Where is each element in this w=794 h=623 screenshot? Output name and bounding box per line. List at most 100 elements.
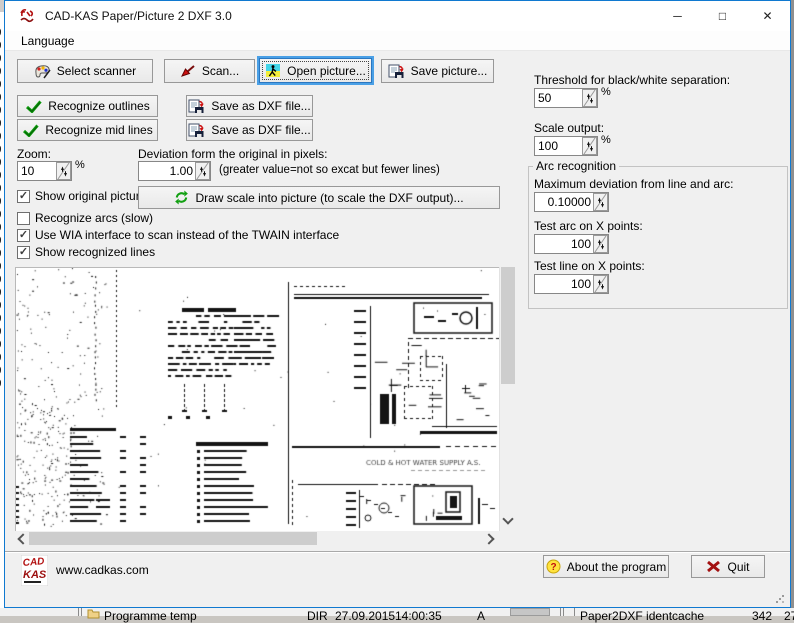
checkbox-label: Use WIA interface to scan instead of the… [35,228,339,242]
recognize-mid-lines-button[interactable]: Recognize mid lines [17,119,158,141]
zoom-input[interactable] [18,162,56,180]
maximize-button[interactable]: □ [700,1,745,31]
select-scanner-button[interactable]: Select scanner [17,59,153,83]
background-file-manager: Programme temp DIR 27.09.2015 14:00:35 A… [0,608,794,616]
scale-output-spin-edit [534,136,598,156]
threshold-spin-edit [534,88,598,108]
file-name-left[interactable]: Programme temp [104,609,197,623]
scale-output-label: Scale output: [534,121,604,135]
menu-language[interactable]: Language [17,33,78,49]
file-type: DIR [307,609,328,623]
folder-icon [87,608,100,619]
scale-output-spinner[interactable] [582,137,597,155]
svg-text:?: ? [550,562,556,573]
recognize-outlines-label: Recognize outlines [48,99,149,113]
titlebar[interactable]: CAD-KAS Paper/Picture 2 DXF 3.0 ─ □ ✕ [5,1,790,31]
logo-text-2: KAS [23,569,47,581]
checkbox-recognize-arcs[interactable]: Recognize arcs (slow) [17,211,153,225]
save-dxf-mid-label: Save as DXF file... [211,123,310,137]
screen: 0000000000000000000000000000 Programme t… [0,0,794,616]
menubar: Language [5,31,790,51]
file-manager-separator [563,608,564,616]
question-icon: ? [546,559,561,574]
save-dxf-outlines-button[interactable]: Save as DXF file... [186,95,313,117]
draw-scale-button[interactable]: Draw scale into picture (to scale the DX… [138,186,500,209]
test-arc-spin-edit [534,234,609,254]
file-name-right[interactable]: Paper2DXF identcache [580,609,704,623]
quit-button[interactable]: Quit [691,555,765,578]
checkbox-label: Show original picture [35,189,146,203]
recognize-mid-lines-label: Recognize mid lines [45,123,152,137]
save-dxf-outlines-label: Save as DXF file... [211,99,310,113]
scrollbar-corner [499,531,515,546]
cadkas-logo[interactable]: CAD KAS [21,555,48,586]
deviation-spinner[interactable] [195,162,210,180]
test-arc-spinner[interactable] [593,235,608,253]
minimize-button[interactable]: ─ [655,1,700,31]
deviation-input[interactable] [139,162,195,180]
threshold-input[interactable] [535,89,582,107]
scroll-left-icon[interactable] [17,533,28,544]
window-title: CAD-KAS Paper/Picture 2 DXF 3.0 [45,9,232,23]
close-button[interactable]: ✕ [745,1,790,31]
test-line-label: Test line on X points: [534,259,645,273]
check-icon [22,124,39,137]
checkbox-show-recognized-lines[interactable]: ✓ Show recognized lines [17,245,155,259]
max-deviation-label: Maximum deviation from line and arc: [534,177,733,191]
test-line-spin-edit [534,274,609,294]
zoom-label: Zoom: [17,147,51,161]
scale-output-input[interactable] [535,137,582,155]
max-deviation-input[interactable] [535,193,593,211]
file-time: 14:00:35 [395,609,442,623]
scan-arrow-icon [180,64,196,78]
checkbox-label: Recognize arcs (slow) [35,211,153,225]
app-window: CAD-KAS Paper/Picture 2 DXF 3.0 ─ □ ✕ La… [4,0,791,608]
open-picture-button[interactable]: Open picture... [259,58,372,83]
scan-button[interactable]: Scan... [164,59,255,83]
checkbox-wia-interface[interactable]: ✓ Use WIA interface to scan instead of t… [17,228,339,242]
threshold-spinner[interactable] [582,89,597,107]
scroll-right-icon[interactable] [483,533,494,544]
threshold-label: Threshold for black/white separation: [534,73,730,87]
save-dxf-mid-button[interactable]: Save as DXF file... [186,119,313,141]
file-attr: A [477,609,485,623]
file-date: 27.09.2015 [335,609,395,623]
save-picture-button[interactable]: Save picture... [381,59,494,83]
zoom-spinner[interactable] [56,162,71,180]
save-picture-icon [388,64,405,79]
vertical-scrollbar-thumb[interactable] [501,267,515,384]
open-picture-label: Open picture... [287,64,366,78]
scroll-down-icon[interactable] [502,513,513,524]
picture-preview [15,267,515,546]
deviation-hint: (greater value=not so excat but fewer li… [219,164,440,176]
deviation-label: Deviation form the original in pixels: [138,147,327,161]
file-size-2: 27 [784,609,794,623]
max-deviation-spinner[interactable] [593,193,608,211]
file-manager-separator [574,608,575,616]
horizontal-scrollbar-thumb[interactable] [29,532,317,545]
file-manager-separator [81,608,82,616]
scale-output-unit: % [601,134,611,146]
vertical-scrollbar[interactable] [499,267,515,531]
refresh-icon [174,190,189,205]
save-dxf-icon [188,99,205,114]
scan-preview-image[interactable] [15,267,500,532]
resize-grip[interactable] [775,594,785,604]
checkbox-show-original[interactable]: ✓ Show original picture [17,189,146,203]
about-button[interactable]: ? About the program [543,555,669,578]
file-manager-scrollbar-piece[interactable] [510,608,550,616]
about-label: About the program [567,560,666,574]
open-picture-icon [265,63,281,78]
save-picture-label: Save picture... [411,64,488,78]
draw-scale-label: Draw scale into picture (to scale the DX… [195,191,463,205]
test-line-input[interactable] [535,275,593,293]
checkbox-label: Show recognized lines [35,245,155,259]
logo-text-1: CAD [22,556,45,569]
save-dxf-icon [188,123,205,138]
test-line-spinner[interactable] [593,275,608,293]
website-link[interactable]: www.cadkas.com [56,563,149,577]
recognize-outlines-button[interactable]: Recognize outlines [17,95,158,117]
file-manager-separator [560,608,561,616]
test-arc-input[interactable] [535,235,593,253]
horizontal-scrollbar[interactable] [15,531,499,546]
